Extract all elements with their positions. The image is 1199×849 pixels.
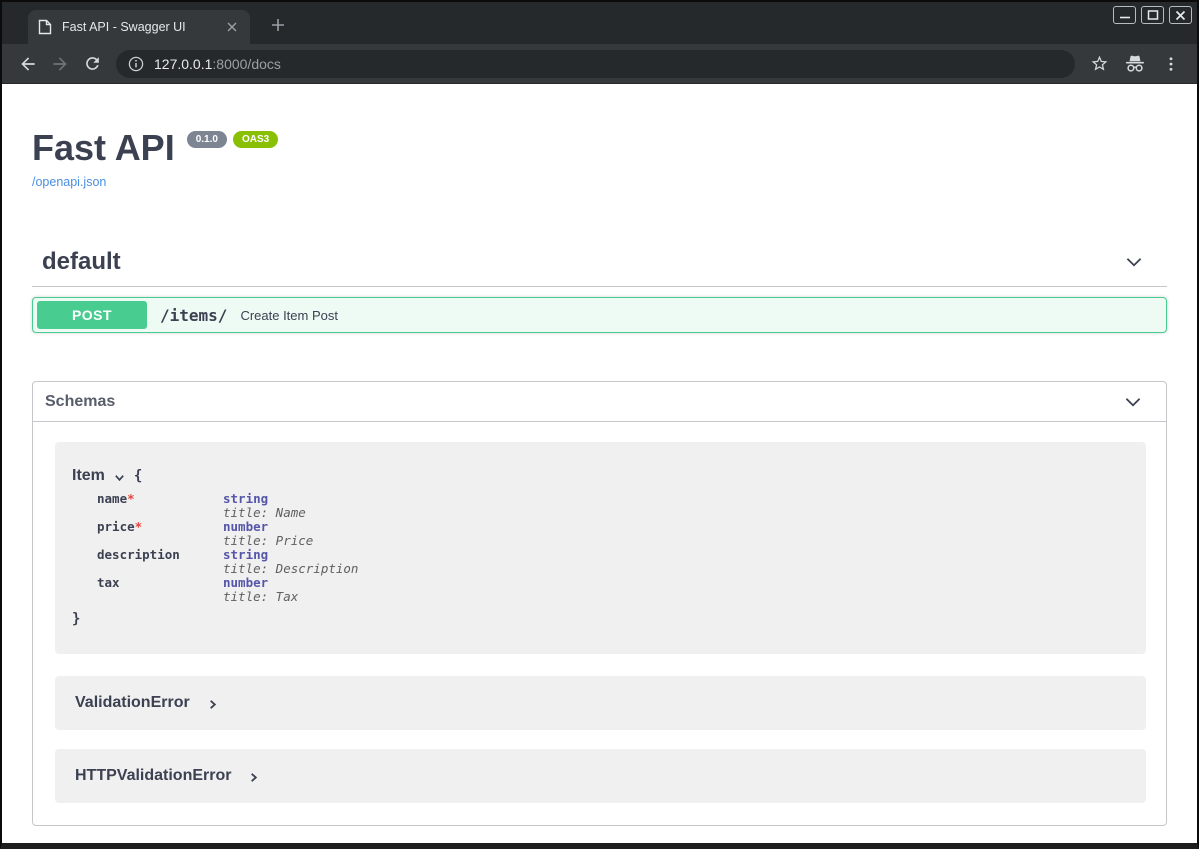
back-button[interactable] — [12, 48, 44, 80]
star-outline-icon — [1090, 54, 1109, 73]
oas3-badge: OAS3 — [233, 131, 278, 148]
prop-title: title: Name — [223, 506, 306, 520]
operation-summary: Create Item Post — [240, 308, 338, 323]
schemas-header[interactable]: Schemas — [33, 382, 1166, 422]
maximize-icon — [1147, 9, 1159, 21]
model-validation-error[interactable]: ValidationError — [55, 676, 1146, 730]
prop-title: title: Price — [223, 534, 313, 548]
method-badge: POST — [37, 301, 147, 329]
tag-header[interactable]: default — [32, 248, 1167, 287]
minimize-button[interactable] — [1113, 6, 1136, 24]
browser-tab[interactable]: Fast API - Swagger UI — [28, 10, 250, 44]
schemas-body: Item { name* stringtitle: Name price* — [33, 422, 1166, 825]
reload-button[interactable] — [76, 48, 108, 80]
swagger-page: Fast API 0.1.0 OAS3 /openapi.json defaul… — [2, 84, 1197, 843]
api-badges: 0.1.0 OAS3 — [187, 131, 278, 148]
property-row-price: price* numbertitle: Price — [72, 520, 1146, 548]
tab-title: Fast API - Swagger UI — [62, 20, 224, 34]
model-validation-error-name: ValidationError — [75, 694, 190, 712]
prop-type: string — [223, 548, 358, 562]
prop-name: tax — [97, 575, 120, 590]
model-item-header[interactable]: Item { — [72, 467, 1146, 485]
model-item-name: Item — [72, 467, 105, 485]
window-controls — [1113, 6, 1192, 24]
property-row-name: name* stringtitle: Name — [72, 492, 1146, 520]
browser-window: Fast API - Swagger UI — [0, 0, 1199, 849]
prop-type: number — [223, 520, 313, 534]
address-bar[interactable]: 127.0.0.1:8000/docs — [116, 50, 1075, 78]
incognito-icon — [1124, 54, 1146, 74]
page-title: Fast API 0.1.0 OAS3 — [32, 128, 1167, 168]
opblock-post-items[interactable]: POST /items/ Create Item Post — [32, 297, 1167, 333]
new-tab-button[interactable] — [266, 13, 290, 37]
model-http-validation-error-name: HTTPValidationError — [75, 767, 231, 785]
tab-favicon-document-icon — [38, 19, 52, 35]
forward-button[interactable] — [44, 48, 76, 80]
vertical-dots-icon — [1162, 55, 1180, 73]
prop-type: string — [223, 492, 306, 506]
chevron-down-icon[interactable] — [113, 471, 126, 484]
url-host: 127.0.0.1 — [154, 56, 212, 72]
plus-icon — [271, 18, 285, 32]
schemas-section: Schemas Item { — [32, 381, 1167, 826]
required-star: * — [127, 491, 135, 506]
open-brace: { — [134, 468, 142, 484]
required-star: * — [135, 519, 143, 534]
url-path: :8000/docs — [212, 56, 281, 72]
model-item: Item { name* stringtitle: Name price* — [55, 442, 1146, 654]
incognito-indicator — [1119, 48, 1151, 80]
schemas-title: Schemas — [45, 393, 115, 411]
prop-type: number — [223, 576, 298, 590]
maximize-button[interactable] — [1141, 6, 1164, 24]
close-window-button[interactable] — [1169, 6, 1192, 24]
prop-name: price — [97, 519, 135, 534]
prop-name: name — [97, 491, 127, 506]
prop-title: title: Description — [223, 562, 358, 576]
browser-menu-button[interactable] — [1155, 48, 1187, 80]
tag-section-default: default POST /items/ Create Item Post — [32, 248, 1167, 333]
toolbar-right — [1083, 48, 1187, 80]
close-icon — [1175, 10, 1186, 21]
reload-icon — [83, 54, 102, 73]
chevron-right-icon[interactable] — [248, 772, 259, 783]
tag-title: default — [42, 248, 121, 276]
operation-path: /items/ — [160, 306, 227, 325]
arrow-right-icon — [50, 54, 70, 74]
tab-close-icon[interactable] — [224, 19, 240, 35]
property-row-description: description stringtitle: Description — [72, 548, 1146, 576]
api-title-text: Fast API — [32, 128, 175, 168]
api-info: Fast API 0.1.0 OAS3 /openapi.json — [32, 128, 1167, 191]
prop-title: title: Tax — [223, 590, 298, 604]
property-row-tax: tax numbertitle: Tax — [72, 576, 1146, 604]
model-http-validation-error[interactable]: HTTPValidationError — [55, 749, 1146, 803]
prop-name: description — [97, 547, 180, 562]
minimize-icon — [1119, 9, 1131, 21]
chevron-down-icon[interactable] — [1123, 251, 1163, 273]
browser-toolbar: 127.0.0.1:8000/docs — [2, 44, 1197, 84]
close-brace: } — [72, 611, 1146, 627]
arrow-left-icon — [18, 54, 38, 74]
bookmark-button[interactable] — [1083, 48, 1115, 80]
site-info-icon[interactable] — [128, 56, 144, 72]
titlebar: Fast API - Swagger UI — [2, 2, 1197, 44]
chevron-right-icon[interactable] — [207, 699, 218, 710]
url-text[interactable]: 127.0.0.1:8000/docs — [154, 56, 281, 72]
chevron-down-icon[interactable] — [1122, 391, 1150, 413]
model-item-properties: name* stringtitle: Name price* numbertit… — [72, 492, 1146, 604]
openapi-spec-link[interactable]: /openapi.json — [32, 175, 106, 189]
version-badge: 0.1.0 — [187, 131, 227, 148]
